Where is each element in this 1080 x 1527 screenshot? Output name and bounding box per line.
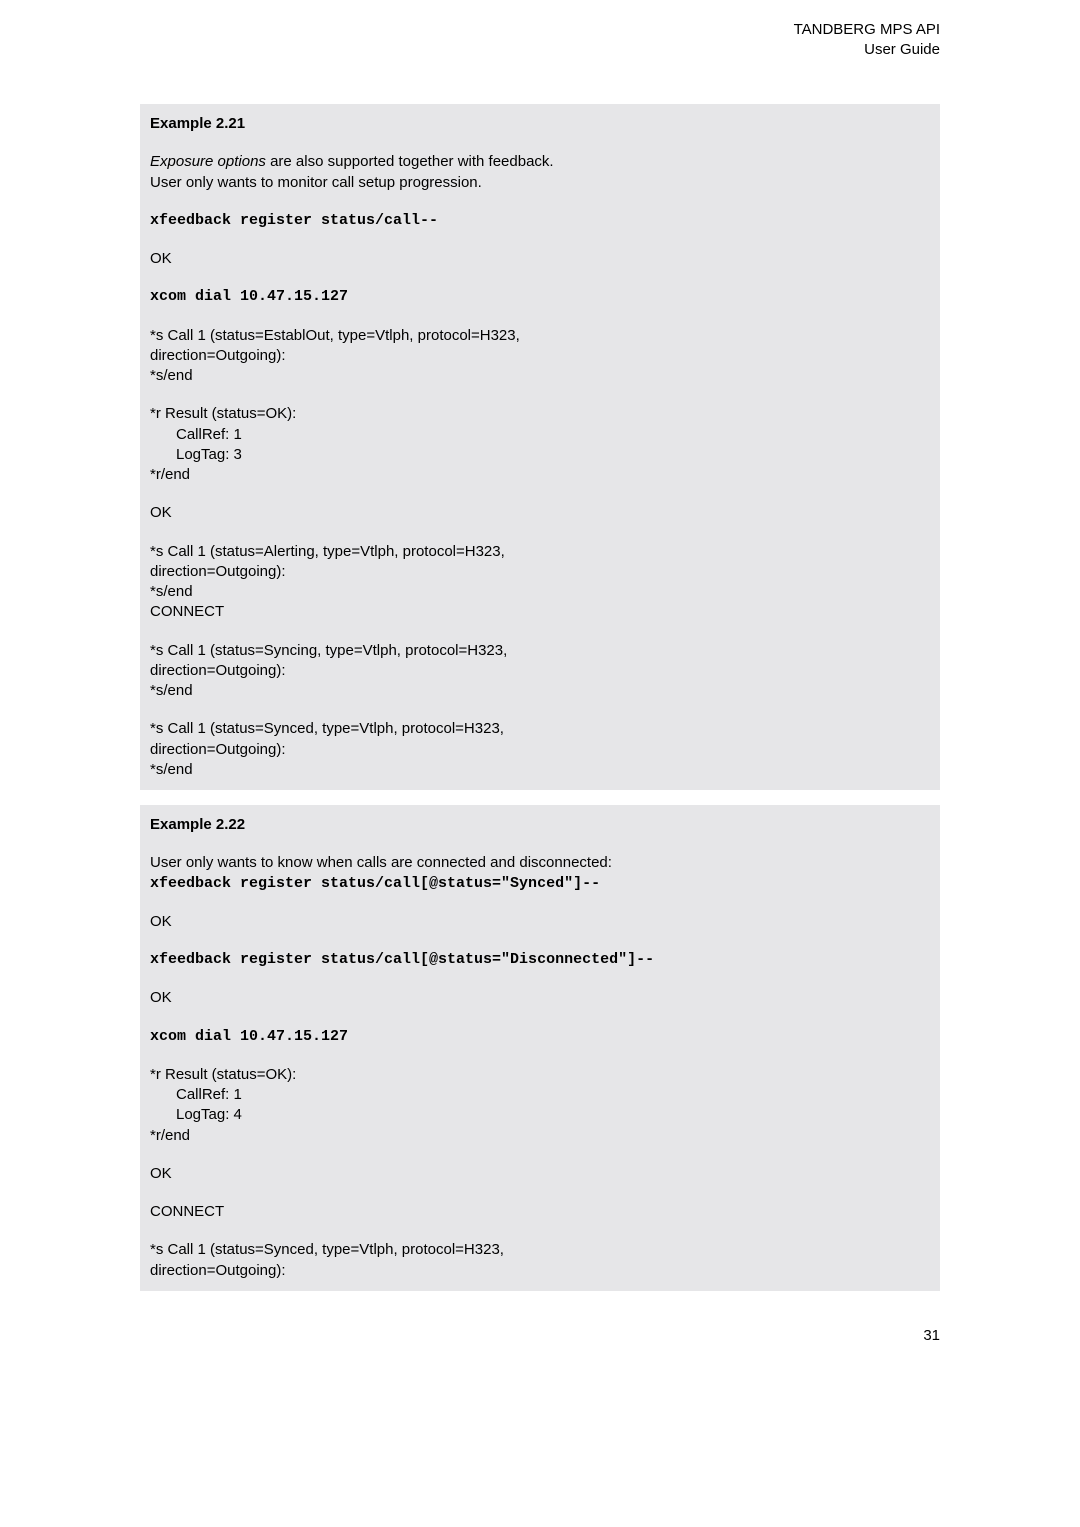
r2-callref: CallRef: 1 — [150, 1085, 930, 1105]
intro-text-1: are also supported together with feedbac… — [266, 153, 554, 170]
r2-line1: *r Result (status=OK): — [150, 1065, 930, 1085]
example-21-intro: Exposure options are also supported toge… — [150, 152, 930, 193]
s4-line1: *s Call 1 (status=Synced, type=Vtlph, pr… — [150, 719, 930, 739]
command-xfeedback-disconnected: xfeedback register status/call[@status="… — [150, 950, 930, 970]
r1-line1: *r Result (status=OK): — [150, 404, 930, 424]
status-block-2: *s Call 1 (status=Alerting, type=Vtlph, … — [150, 542, 930, 623]
s2-line3: *s/end — [150, 582, 930, 602]
example-22-intro: User only wants to know when calls are c… — [150, 853, 930, 894]
command-xcom-1: xcom dial 10.47.15.127 — [150, 287, 930, 307]
r1-logtag: LogTag: 3 — [150, 445, 930, 465]
r2-end: *r/end — [150, 1126, 930, 1146]
header-line-2: User Guide — [140, 40, 940, 60]
ok-2: OK — [150, 503, 930, 523]
s3-line3: *s/end — [150, 681, 930, 701]
r1-end: *r/end — [150, 465, 930, 485]
s2-line1: *s Call 1 (status=Alerting, type=Vtlph, … — [150, 542, 930, 562]
header-line-1: TANDBERG MPS API — [140, 20, 940, 40]
example-22-title: Example 2.22 — [150, 815, 930, 835]
ok-3: OK — [150, 912, 930, 932]
command-xfeedback-synced: xfeedback register status/call[@status="… — [150, 874, 930, 894]
example-22-box: Example 2.22 User only wants to know whe… — [140, 805, 940, 1291]
s5-line2: direction=Outgoing): — [150, 1261, 930, 1281]
status-block-4: *s Call 1 (status=Synced, type=Vtlph, pr… — [150, 719, 930, 780]
page-header: TANDBERG MPS API User Guide — [140, 20, 940, 59]
command-xcom-2: xcom dial 10.47.15.127 — [150, 1027, 930, 1047]
ok-1: OK — [150, 249, 930, 269]
s2-line2: direction=Outgoing): — [150, 562, 930, 582]
intro-text-2: User only wants to monitor call setup pr… — [150, 174, 482, 191]
result-block-1: *r Result (status=OK): CallRef: 1 LogTag… — [150, 404, 930, 485]
example-21-box: Example 2.21 Exposure options are also s… — [140, 104, 940, 790]
status-block-3: *s Call 1 (status=Syncing, type=Vtlph, p… — [150, 641, 930, 702]
page-number: 31 — [140, 1327, 940, 1344]
ok-5: OK — [150, 1164, 930, 1184]
s1-line2: direction=Outgoing): — [150, 346, 930, 366]
s2-connect: CONNECT — [150, 602, 930, 622]
connect-2: CONNECT — [150, 1202, 930, 1222]
e22-p1: User only wants to know when calls are c… — [150, 853, 930, 873]
r1-callref: CallRef: 1 — [150, 425, 930, 445]
result-block-2: *r Result (status=OK): CallRef: 1 LogTag… — [150, 1065, 930, 1146]
command-xfeedback-1: xfeedback register status/call-- — [150, 211, 930, 231]
status-block-1: *s Call 1 (status=EstablOut, type=Vtlph,… — [150, 326, 930, 387]
exposure-options-text: Exposure options — [150, 153, 266, 170]
s4-line2: direction=Outgoing): — [150, 740, 930, 760]
s5-line1: *s Call 1 (status=Synced, type=Vtlph, pr… — [150, 1240, 930, 1260]
s4-line3: *s/end — [150, 760, 930, 780]
s3-line2: direction=Outgoing): — [150, 661, 930, 681]
r2-logtag: LogTag: 4 — [150, 1105, 930, 1125]
s1-line3: *s/end — [150, 366, 930, 386]
ok-4: OK — [150, 988, 930, 1008]
status-block-5: *s Call 1 (status=Synced, type=Vtlph, pr… — [150, 1240, 930, 1281]
s1-line1: *s Call 1 (status=EstablOut, type=Vtlph,… — [150, 326, 930, 346]
example-21-title: Example 2.21 — [150, 114, 930, 134]
s3-line1: *s Call 1 (status=Syncing, type=Vtlph, p… — [150, 641, 930, 661]
